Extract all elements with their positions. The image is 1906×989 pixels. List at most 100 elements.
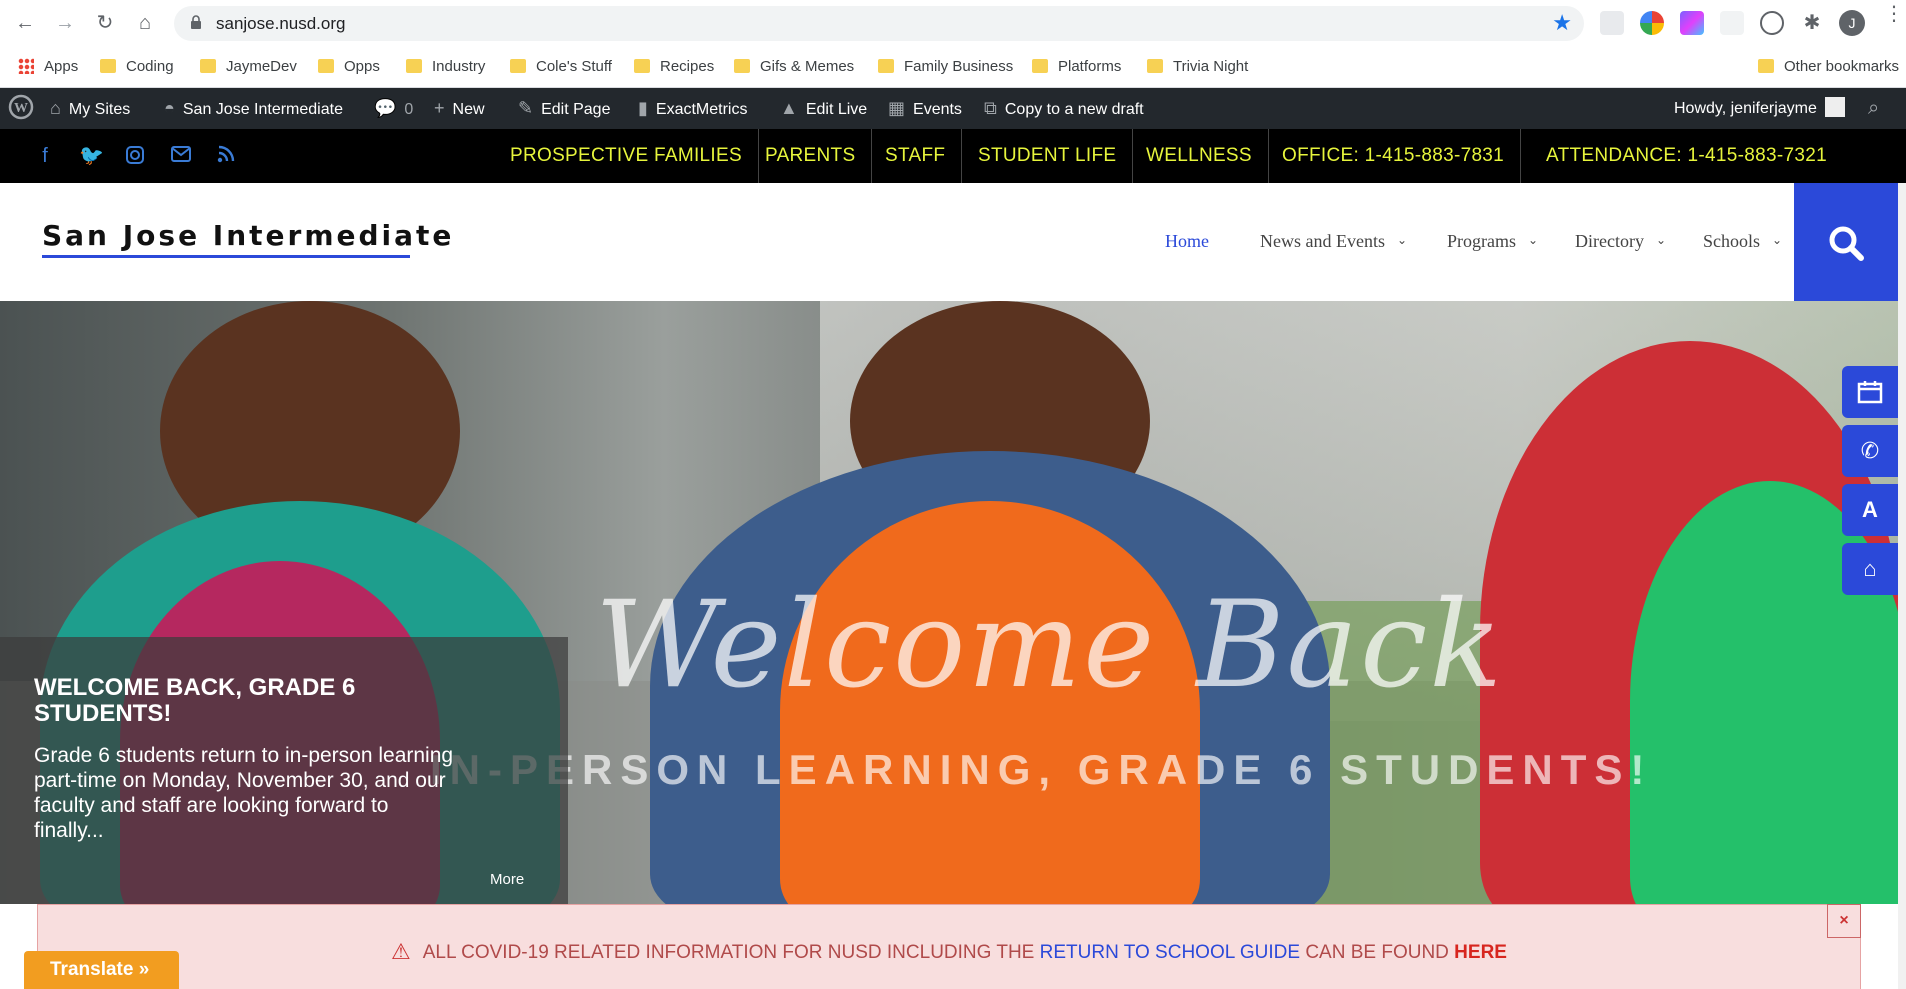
calendar-tab[interactable] [1842,366,1898,418]
accessibility-tab[interactable]: A [1842,484,1898,536]
puzzle-icon[interactable]: ✱ [1800,11,1824,35]
eyedropper-icon[interactable] [1720,11,1744,35]
nav-news-events[interactable]: News and Events ⌄ [1260,231,1407,252]
events-menu[interactable]: ▦ Events [888,88,962,129]
edit-live-link[interactable]: ▲ Edit Live [780,88,867,129]
bookmark-folder[interactable]: Coding [100,55,174,79]
my-sites-menu[interactable]: ⌂ My Sites [50,88,130,129]
bookmark-other[interactable]: Other bookmarks [1758,55,1899,79]
browser-toolbar: ← → ↻ ⌂ sanjose.nusd.org ★ ✱ J ⋮ [0,0,1906,46]
home-tab[interactable]: ⌂ [1842,543,1898,595]
translate-button[interactable]: Translate » [24,951,179,989]
caption-text: Grade 6 students return to in-person lea… [34,744,454,842]
extension-icon[interactable] [1760,11,1784,35]
facebook-icon[interactable]: f [34,145,56,167]
instagram-icon[interactable] [124,145,146,170]
twitter-icon[interactable]: 🐦 [79,145,104,167]
bookmark-folder[interactable]: JaymeDev [200,55,297,79]
bookmark-folder[interactable]: Industry [406,55,485,79]
hero-slider: Welcome Back IN-PERSON LEARNING, GRADE 6… [0,301,1898,904]
nav-prospective-families[interactable]: PROSPECTIVE FAMILIES [494,129,759,183]
site-search-button[interactable] [1794,183,1898,301]
bookmark-folder[interactable]: Family Business [878,55,1013,79]
chevron-down-icon: ⌄ [1772,233,1783,247]
folder-icon [406,59,422,73]
bookmark-label: Industry [432,58,486,75]
wp-admin-bar: W ⌂ My Sites ◓ San Jose Intermediate 💬 0 + N… [0,88,1906,129]
extension-icon[interactable] [1680,11,1704,35]
return-to-school-link[interactable]: RETURN TO SCHOOL GUIDE [1040,942,1300,963]
site-name-label: San Jose Intermediate [182,101,343,118]
here-link[interactable]: HERE [1454,942,1507,963]
bookmark-star-icon[interactable]: ★ [1552,10,1572,36]
bookmark-folder[interactable]: Platforms [1032,55,1121,79]
bookmark-apps[interactable]: Apps [18,55,78,79]
hero-subtitle: IN-PERSON LEARNING, GRADE 6 STUDENTS! [430,746,1653,793]
hero-title: Welcome Back [595,576,1504,715]
edit-page-link[interactable]: ✎ Edit Page [518,88,610,129]
nav-staff[interactable]: STAFF [869,129,963,183]
bookmark-folder[interactable]: Cole's Stuff [510,55,612,79]
folder-icon [878,59,894,73]
folder-icon [734,59,750,73]
site-logo[interactable]: San Jose Intermediate [42,219,454,252]
back-icon[interactable]: ← [14,12,36,34]
bookmark-folder[interactable]: Gifs & Memes [734,55,854,79]
comments-menu[interactable]: 💬 0 [374,88,413,129]
profile-avatar[interactable]: J [1839,10,1865,36]
folder-icon [200,59,216,73]
wordpress-logo-icon[interactable]: W [8,88,34,129]
phone-tab[interactable]: ✆ [1842,425,1898,477]
nav-attendance-phone[interactable]: ATTENDANCE: 1-415-883-7321 [1530,129,1843,183]
new-content-menu[interactable]: + New [434,88,485,129]
account-menu[interactable]: Howdy, jeniferjayme [1674,88,1845,129]
nav-student-life[interactable]: STUDENT LIFE [962,129,1134,183]
lock-icon [191,15,201,29]
more-link[interactable]: More [490,871,524,888]
copy-draft-link[interactable]: ⧉ Copy to a new draft [984,88,1144,129]
nav-home[interactable]: Home [1165,231,1209,252]
search-icon [1829,226,1864,261]
address-bar[interactable]: sanjose.nusd.org ★ [174,6,1584,41]
url-text: sanjose.nusd.org [216,14,346,33]
search-icon[interactable]: ⌕ [1868,88,1879,129]
menu-icon[interactable]: ⋮ [1884,4,1904,24]
bookmark-folder[interactable]: Opps [318,55,380,79]
nav-schools[interactable]: Schools ⌄ [1703,231,1782,252]
my-sites-label: My Sites [68,101,131,118]
bookmark-label: Gifs & Memes [760,58,855,75]
email-icon[interactable] [170,145,192,167]
nav-parents[interactable]: PARENTS [749,129,873,183]
close-alert-button[interactable]: × [1827,904,1861,938]
extension-icon[interactable] [1600,11,1624,35]
nav-office-phone[interactable]: OFFICE: 1-415-883-7831 [1266,129,1522,183]
copy-draft-label: Copy to a new draft [1004,101,1144,118]
calendar-icon: ▦ [888,98,906,118]
edit-live-label: Edit Live [805,101,868,118]
folder-icon [1758,59,1774,73]
rss-icon[interactable] [215,145,237,168]
covid-alert-message: ⚠ ALL COVID-19 RELATED INFORMATION FOR NU… [38,939,1860,965]
bookmarks-bar: Apps Coding JaymeDev Opps Industry Cole'… [0,46,1906,88]
nav-label: Schools [1703,231,1761,251]
forward-icon[interactable]: → [54,12,76,34]
nav-wellness[interactable]: WELLNESS [1130,129,1269,183]
nav-directory[interactable]: Directory ⌄ [1575,231,1666,252]
exactmetrics-menu[interactable]: ▮ ExactMetrics [638,88,747,129]
folder-icon [510,59,526,73]
nav-programs[interactable]: Programs ⌄ [1447,231,1538,252]
folder-icon [1032,59,1048,73]
home-icon[interactable]: ⌂ [134,12,156,34]
chevron-down-icon: ⌄ [1396,233,1408,247]
new-label: New [452,101,485,118]
bookmark-folder[interactable]: Recipes [634,55,714,79]
site-name-menu[interactable]: ◓ San Jose Intermediate [164,88,343,129]
covid-alert-banner: ⚠ ALL COVID-19 RELATED INFORMATION FOR NU… [37,904,1861,989]
bookmark-label: Cole's Stuff [536,58,612,75]
color-picker-icon[interactable] [1640,11,1664,35]
reload-icon[interactable]: ↻ [94,12,116,34]
bookmark-folder[interactable]: Trivia Night [1147,55,1248,79]
warning-icon: ⚠ [391,939,411,964]
scrollbar[interactable] [1898,183,1906,989]
chevron-down-icon: ⌄ [1528,233,1539,247]
